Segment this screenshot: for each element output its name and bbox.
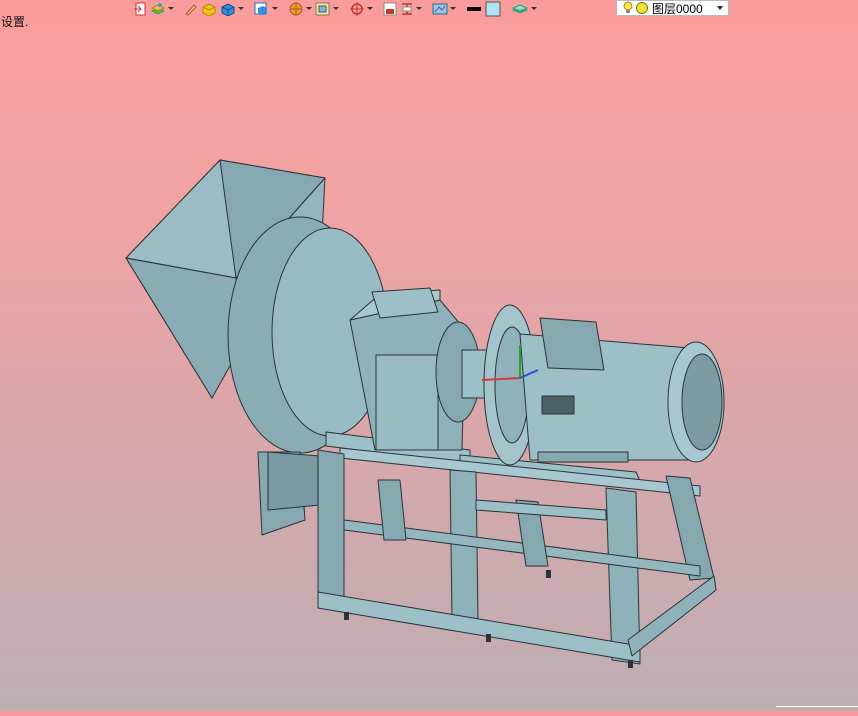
layers-stack-icon [150, 2, 166, 15]
render-sphere-button[interactable] [287, 1, 313, 17]
chevron-down-icon[interactable] [717, 6, 723, 10]
fill-color-swatch[interactable] [484, 1, 502, 17]
lightbulb-icon [623, 1, 633, 13]
fan-outlet-side [267, 451, 321, 511]
material-icon [511, 3, 529, 14]
layers-stack-button[interactable] [149, 1, 175, 17]
fan-assembly-model [125, 159, 725, 668]
3d-viewport[interactable] [0, 0, 858, 711]
pencil-icon [185, 3, 197, 16]
render-sphere-icon [289, 2, 303, 15]
solid-box-button[interactable] [200, 1, 218, 17]
frame-bottom-front [317, 591, 641, 663]
dimension-button[interactable] [399, 1, 423, 17]
section-icon [383, 2, 397, 15]
insert-icon [134, 2, 146, 15]
view-frame-icon [315, 2, 330, 15]
layer-sun-icon [636, 2, 648, 14]
view-frame-button[interactable] [314, 1, 340, 17]
viewport-edge [776, 706, 858, 707]
visual-style-button[interactable] [431, 1, 457, 17]
insert-button[interactable] [132, 1, 148, 17]
motor-terminal-box [539, 317, 605, 371]
snap-target-icon [350, 1, 364, 16]
gearbox-cover [371, 287, 439, 319]
solid-box-icon [202, 2, 216, 16]
material-button[interactable] [510, 1, 538, 17]
fill-color-swatch-icon [485, 1, 501, 16]
motor-foot [537, 451, 629, 463]
motor-fan-cover-face [681, 353, 723, 451]
feature-cube-icon [254, 2, 267, 15]
pencil-button[interactable] [183, 1, 199, 17]
frame-leg-front-left [317, 449, 345, 601]
blue-cube-icon [221, 2, 235, 16]
layer-combo[interactable]: 图层0000 [616, 0, 729, 16]
visual-style-icon [432, 3, 448, 14]
frame-crossbar [475, 499, 607, 521]
snap-target-button[interactable] [348, 1, 374, 17]
dimension-icon [402, 2, 412, 15]
foot [486, 634, 491, 642]
layer-name: 图层0000 [652, 1, 703, 16]
motor-nameplate [541, 395, 575, 415]
foot [344, 612, 349, 620]
gearbox-front [375, 354, 439, 451]
foot [628, 660, 633, 668]
foot [546, 570, 551, 578]
blue-cube-button[interactable] [219, 1, 245, 17]
section-button[interactable] [382, 1, 398, 17]
frame-bottom-right [627, 575, 717, 657]
feature-cube-button[interactable] [253, 1, 279, 17]
line-color-swatch[interactable] [465, 1, 483, 17]
line-color-swatch-icon [467, 6, 481, 11]
toolbar [132, 0, 538, 17]
status-text: 设置. [1, 15, 29, 29]
